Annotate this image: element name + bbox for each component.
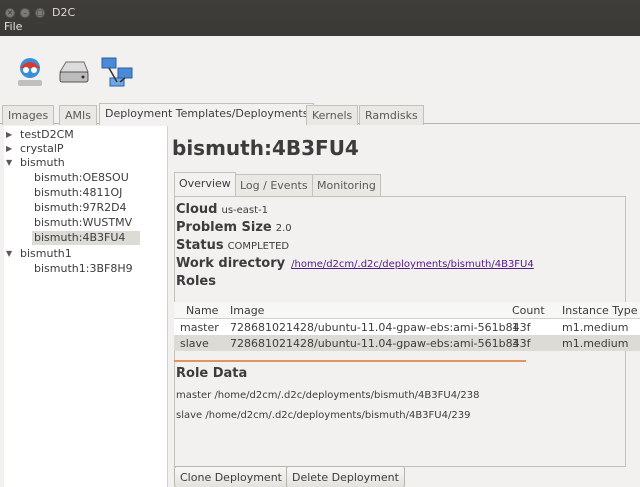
drive-icon[interactable] xyxy=(56,54,92,90)
status-row: Status COMPLETED xyxy=(176,238,289,253)
roles-label: Roles xyxy=(176,274,216,289)
tab-label: Images xyxy=(8,109,49,122)
cloud-label: Cloud xyxy=(176,202,218,217)
user-icon[interactable] xyxy=(12,54,48,90)
close-icon: ✕ xyxy=(7,9,13,17)
cloud-value: us-east-1 xyxy=(221,205,269,216)
tab-label: Monitoring xyxy=(317,179,376,192)
minimize-window-button[interactable]: – xyxy=(20,8,30,18)
cell-instance-type: m1.medium xyxy=(562,321,629,334)
tab-ramdisks[interactable]: Ramdisks xyxy=(359,105,424,125)
tab-images[interactable]: Images xyxy=(2,105,55,125)
collapse-arrow-icon[interactable]: ▼ xyxy=(6,247,12,261)
roles-table: Name Image Count Instance Type master 72… xyxy=(174,302,640,351)
status-label: Status xyxy=(176,238,224,253)
table-row[interactable]: slave 728681021428/ubuntu-11.04-gpaw-ebs… xyxy=(174,335,640,351)
tab-label: Deployment Templates/Deployments xyxy=(105,107,309,120)
tab-log-events[interactable]: Log / Events xyxy=(235,174,313,196)
tab-label: Kernels xyxy=(312,109,353,122)
tree-item-deployment[interactable]: bismuth:97R2D4 xyxy=(34,201,127,215)
main-pane: bismuth:4B3FU4 Overview Log / Events Mon… xyxy=(170,126,640,487)
toolbar xyxy=(0,36,640,100)
cell-instance-type: m1.medium xyxy=(562,337,629,350)
problem-size-value: 2.0 xyxy=(275,223,292,234)
column-header-image[interactable]: Image xyxy=(230,304,264,317)
tree-item-label: crystalP xyxy=(20,142,64,155)
cell-name: master xyxy=(180,321,219,334)
minimize-icon: – xyxy=(23,9,27,17)
tree-item-label: bismuth1:3BF8H9 xyxy=(34,262,133,275)
cell-count: 1 xyxy=(512,321,519,334)
cloud-row: Cloud us-east-1 xyxy=(176,202,268,217)
clone-deployment-button[interactable]: Clone Deployment xyxy=(174,466,288,487)
collapse-arrow-icon[interactable]: ▼ xyxy=(6,156,12,170)
role-data-label: Role Data xyxy=(176,366,248,381)
tree-item-testd2cm[interactable]: ▶ testD2CM xyxy=(6,128,74,142)
table-row[interactable]: master 728681021428/ubuntu-11.04-gpaw-eb… xyxy=(174,319,640,335)
column-header-instance-type[interactable]: Instance Type xyxy=(562,304,638,317)
tree-item-deployment[interactable]: bismuth:WUSTMV xyxy=(34,216,132,230)
section-divider xyxy=(174,360,526,362)
role-data-heading: Role Data xyxy=(176,366,247,381)
problem-size-label: Problem Size xyxy=(176,220,272,235)
tab-deployment-templates[interactable]: Deployment Templates/Deployments xyxy=(99,103,315,125)
tab-kernels[interactable]: Kernels xyxy=(306,105,359,125)
work-directory-label: Work directory xyxy=(176,256,286,271)
tab-overview[interactable]: Overview xyxy=(174,172,236,197)
tab-label: Ramdisks xyxy=(365,109,418,122)
top-tabs: Images AMIs Deployment Templates/Deploym… xyxy=(0,100,640,125)
cell-count: 3 xyxy=(512,337,519,350)
tree-item-crystalp[interactable]: ▶ crystalP xyxy=(6,142,64,156)
roles-heading: Roles xyxy=(176,274,216,289)
tab-label: AMIs xyxy=(65,109,91,122)
tree-item-label: bismuth1 xyxy=(20,247,72,260)
cell-image: 728681021428/ubuntu-11.04-gpaw-ebs:ami-5… xyxy=(230,321,531,334)
menu-file[interactable]: File xyxy=(4,20,22,33)
tree-item-bismuth1[interactable]: ▼ bismuth1 xyxy=(6,247,72,261)
problem-size-row: Problem Size 2.0 xyxy=(176,220,292,235)
cell-image: 728681021428/ubuntu-11.04-gpaw-ebs:ami-5… xyxy=(230,337,531,350)
tree-item-label: testD2CM xyxy=(20,128,74,141)
tab-amis[interactable]: AMIs xyxy=(59,105,97,125)
maximize-icon: □ xyxy=(36,9,44,17)
expand-arrow-icon[interactable]: ▶ xyxy=(6,142,12,156)
maximize-window-button[interactable]: □ xyxy=(35,8,45,18)
tree-item-deployment-selected[interactable]: bismuth:4B3FU4 xyxy=(32,231,140,245)
delete-deployment-button[interactable]: Delete Deployment xyxy=(286,466,405,487)
work-directory-row: Work directory/home/d2cm/.d2c/deployment… xyxy=(176,256,534,271)
tree-item-label: bismuth:4811OJ xyxy=(34,186,123,199)
expand-arrow-icon[interactable]: ▶ xyxy=(6,128,12,142)
tree-item-label: bismuth:4B3FU4 xyxy=(34,231,126,244)
network-icon[interactable] xyxy=(100,54,136,90)
work-directory-link[interactable]: /home/d2cm/.d2c/deployments/bismuth/4B3F… xyxy=(291,259,534,270)
tab-monitoring[interactable]: Monitoring xyxy=(312,174,381,196)
deployment-tree: ▶ testD2CM ▶ crystalP ▼ bismuth bismuth:… xyxy=(4,126,168,487)
tab-divider xyxy=(174,196,626,197)
tab-label: Log / Events xyxy=(240,179,308,192)
status-value: COMPLETED xyxy=(227,241,290,252)
window-title: D2C xyxy=(52,6,76,19)
tree-item-deployment[interactable]: bismuth:4811OJ xyxy=(34,186,122,200)
cell-name: slave xyxy=(180,337,209,350)
role-data-line: master /home/d2cm/.d2c/deployments/bismu… xyxy=(176,390,480,401)
tree-item-bismuth[interactable]: ▼ bismuth xyxy=(6,156,65,170)
table-header: Name Image Count Instance Type xyxy=(174,302,640,319)
tree-item-label: bismuth xyxy=(20,156,65,169)
title-bar: ✕ – □ D2C File xyxy=(0,0,640,36)
close-window-button[interactable]: ✕ xyxy=(5,8,15,18)
column-header-count[interactable]: Count xyxy=(512,304,545,317)
role-data-line: slave /home/d2cm/.d2c/deployments/bismut… xyxy=(176,410,471,421)
tree-item-deployment[interactable]: bismuth1:3BF8H9 xyxy=(34,262,133,276)
tree-item-deployment[interactable]: bismuth:OE8SOU xyxy=(34,171,129,185)
tab-label: Overview xyxy=(179,177,231,190)
tree-item-label: bismuth:WUSTMV xyxy=(34,216,133,229)
tree-item-label: bismuth:OE8SOU xyxy=(34,171,129,184)
column-header-name[interactable]: Name xyxy=(186,304,218,317)
tree-item-label: bismuth:97R2D4 xyxy=(34,201,127,214)
page-title: bismuth:4B3FU4 xyxy=(172,136,359,160)
